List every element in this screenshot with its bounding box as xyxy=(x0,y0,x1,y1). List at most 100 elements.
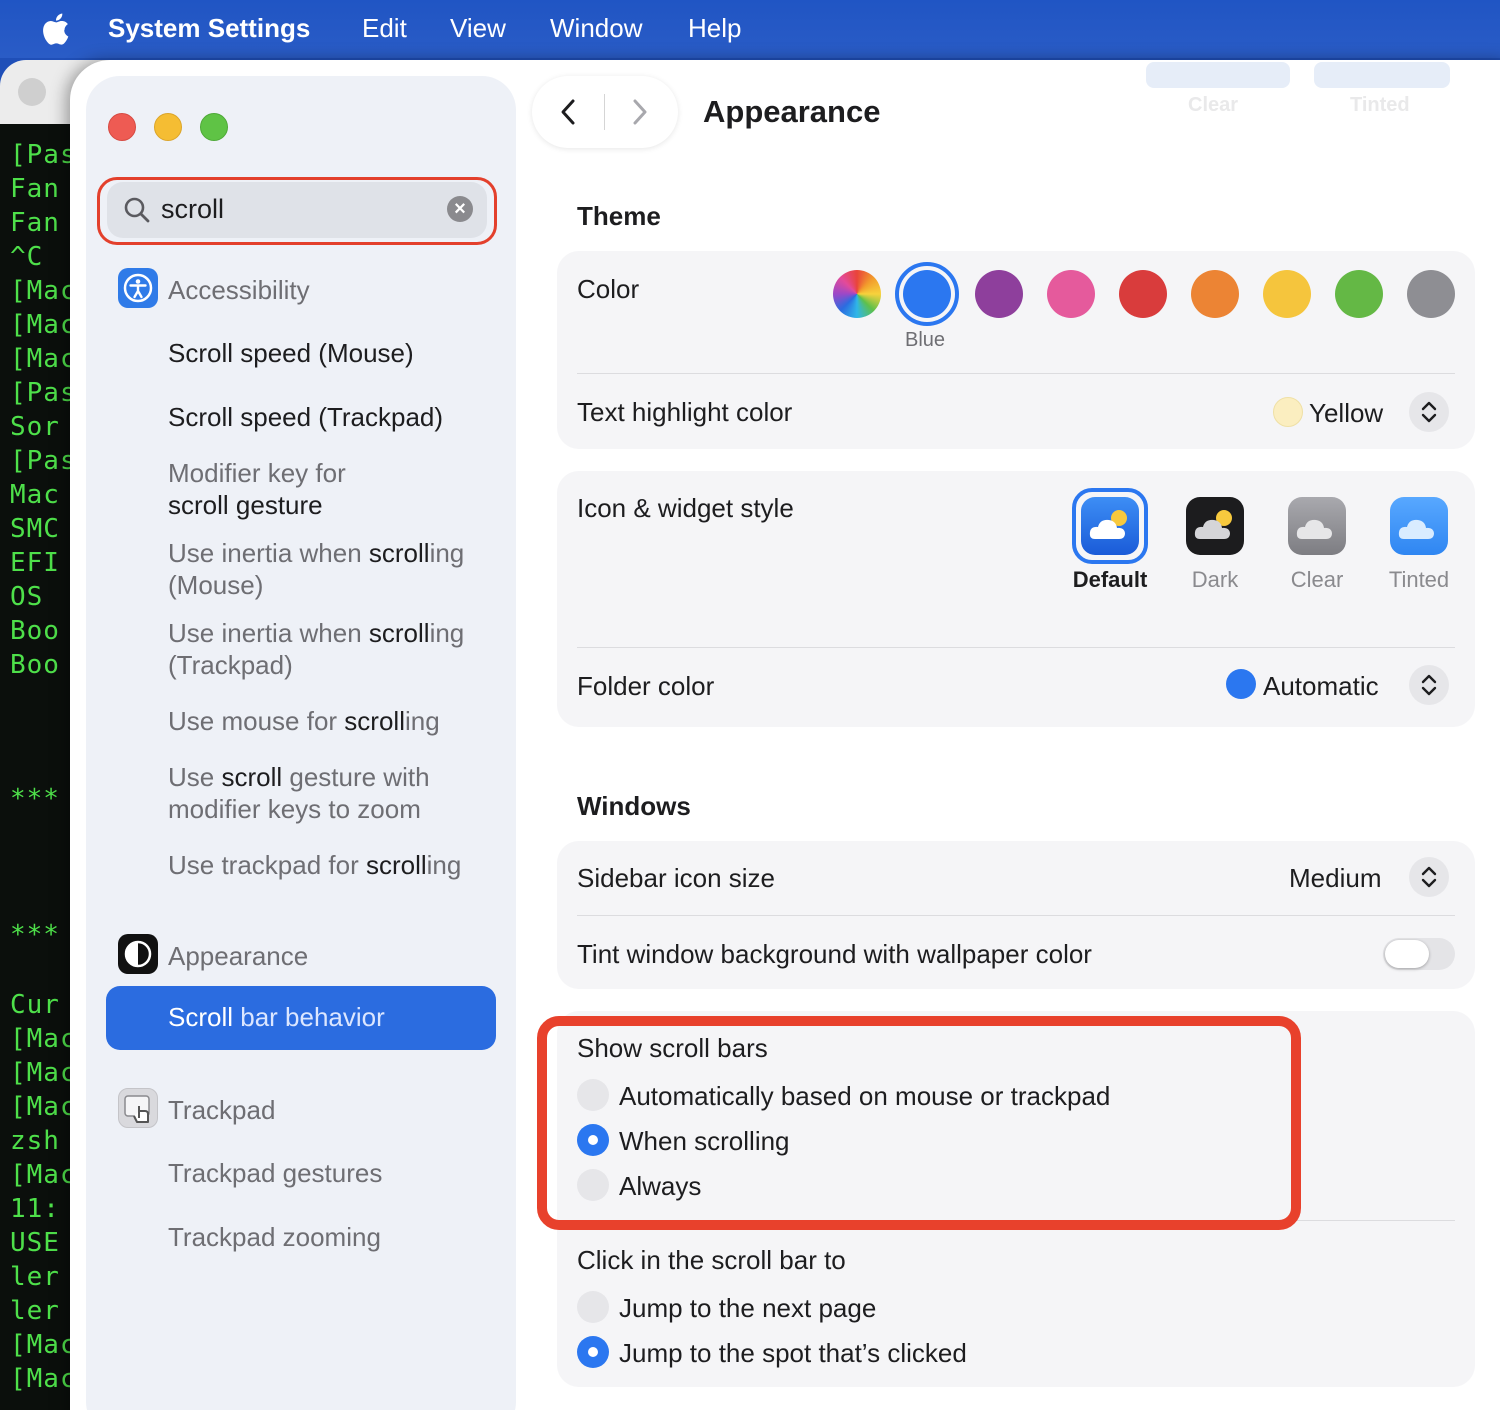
sidebar-icon-size-label: Sidebar icon size xyxy=(577,863,775,893)
annotation-highlight-box xyxy=(537,1016,1301,1230)
terminal-line: ^C xyxy=(10,242,44,272)
divider xyxy=(577,647,1455,648)
sidebar-item-label: Use inertia when xyxy=(168,618,369,648)
forward-chevron-icon[interactable] xyxy=(624,96,654,128)
sidebar-item-inertia-trackpad[interactable]: Use inertia when scrolling (Trackpad) xyxy=(168,617,498,681)
terminal-line: [Mac xyxy=(10,1160,77,1190)
sidebar-item-trackpad-gestures[interactable]: Trackpad gestures xyxy=(168,1157,498,1189)
search-match-text: scroll xyxy=(368,618,430,648)
ghost-tile xyxy=(1314,62,1450,88)
blue-swatch[interactable] xyxy=(903,270,951,318)
ghost-label: Clear xyxy=(1188,94,1239,116)
folder-color-label: Folder color xyxy=(577,671,715,701)
terminal-line: Fan xyxy=(10,174,60,204)
red-swatch[interactable] xyxy=(1119,270,1167,318)
sidebar-item-scroll-bar-behavior[interactable]: Scroll bar behavior xyxy=(106,986,496,1050)
tinted-style-icon[interactable] xyxy=(1390,497,1448,555)
section-title-theme: Theme xyxy=(577,201,661,231)
menu-app-name[interactable]: System Settings xyxy=(108,13,310,44)
terminal-line: zsh xyxy=(10,1126,60,1156)
close-window-button[interactable] xyxy=(108,113,136,141)
folder-color-swatch xyxy=(1226,669,1256,699)
search-match-text: scroll xyxy=(365,850,427,880)
sidebar-icon-size-value[interactable]: Medium xyxy=(1289,863,1381,894)
sidebar-icon-size-stepper[interactable] xyxy=(1409,857,1449,897)
windows-card: Sidebar icon size Medium Tint window bac… xyxy=(557,841,1475,989)
search-match-text: Scroll xyxy=(168,338,234,368)
clear-search-icon[interactable]: × xyxy=(447,196,473,222)
terminal-line: SMC xyxy=(10,514,60,544)
multicolor-swatch[interactable] xyxy=(833,270,881,318)
search-icon xyxy=(124,197,150,223)
folder-color-value[interactable]: Automatic xyxy=(1263,671,1379,702)
sidebar-item-trackpad-zooming[interactable]: Trackpad zooming xyxy=(168,1221,498,1253)
sidebar-item-mouse-scrolling[interactable]: Use mouse for scrolling xyxy=(168,705,498,737)
tint-window-label: Tint window background with wallpaper co… xyxy=(577,939,1092,969)
sidebar-item-inertia-mouse[interactable]: Use inertia when scrolling (Mouse) xyxy=(168,537,498,601)
sidebar-item-label: Modifier key for xyxy=(168,458,346,488)
search-match-text: scroll xyxy=(168,490,229,520)
section-title-windows: Windows xyxy=(577,791,691,821)
menu-view[interactable]: View xyxy=(450,13,506,44)
sidebar-item-label: Use trackpad for xyxy=(168,850,366,880)
click-spot-radio[interactable] xyxy=(577,1336,609,1368)
menu-help[interactable]: Help xyxy=(688,13,741,44)
search-input[interactable] xyxy=(161,192,441,226)
ghost-label: Tinted xyxy=(1350,94,1410,116)
search-match-text: Scroll xyxy=(168,402,234,432)
orange-swatch[interactable] xyxy=(1191,270,1239,318)
sidebar-item-label: Use mouse for xyxy=(168,706,345,736)
sidebar-group-accessibility[interactable]: Accessibility xyxy=(168,275,310,306)
apple-logo-icon[interactable] xyxy=(40,12,70,46)
back-chevron-icon[interactable] xyxy=(554,96,584,128)
up-down-chevron-icon xyxy=(1421,401,1437,423)
minimize-window-button[interactable] xyxy=(154,113,182,141)
sidebar-item-scroll-gesture-zoom[interactable]: Use scroll gesture with modifier keys to… xyxy=(168,761,498,825)
folder-color-popup-stepper[interactable] xyxy=(1409,665,1449,705)
highlight-color-value[interactable]: Yellow xyxy=(1309,398,1383,429)
menu-edit[interactable]: Edit xyxy=(362,13,407,44)
dark-style-icon[interactable] xyxy=(1186,497,1244,555)
search-field[interactable]: × xyxy=(107,182,487,238)
pink-swatch[interactable] xyxy=(1047,270,1095,318)
selected-color-name: Blue xyxy=(905,329,946,351)
toggle-knob xyxy=(1385,940,1429,968)
tint-window-toggle[interactable] xyxy=(1383,938,1455,970)
yellow-swatch[interactable] xyxy=(1263,270,1311,318)
menu-window[interactable]: Window xyxy=(550,13,642,44)
terminal-line: Cur xyxy=(10,990,60,1020)
terminal-line: USE xyxy=(10,1228,60,1258)
click-next-page-radio[interactable] xyxy=(577,1291,609,1323)
accessibility-icon xyxy=(118,268,158,308)
terminal-line: Sor xyxy=(10,412,60,442)
terminal-line: 11: xyxy=(10,1194,60,1224)
up-down-chevron-icon xyxy=(1421,866,1437,888)
graphite-swatch[interactable] xyxy=(1407,270,1455,318)
click-spot-label[interactable]: Jump to the spot that’s clicked xyxy=(619,1338,967,1369)
zoom-window-button[interactable] xyxy=(200,113,228,141)
sidebar-item-modifier-key[interactable]: Modifier key for scroll gesture xyxy=(168,457,498,521)
click-next-page-label[interactable]: Jump to the next page xyxy=(619,1293,876,1324)
terminal-line: *** xyxy=(10,784,60,814)
green-swatch[interactable] xyxy=(1335,270,1383,318)
divider xyxy=(577,373,1455,374)
sidebar-item-label: gesture xyxy=(228,490,323,520)
sidebar-item-label: Use xyxy=(168,762,222,792)
default-style-icon[interactable] xyxy=(1081,497,1139,555)
sidebar-item-scroll-speed-mouse[interactable]: Scroll speed (Mouse) xyxy=(168,337,498,369)
sidebar-group-trackpad[interactable]: Trackpad xyxy=(168,1095,275,1126)
purple-swatch[interactable] xyxy=(975,270,1023,318)
divider xyxy=(577,915,1455,916)
sidebar-item-trackpad-scrolling[interactable]: Use trackpad for scrolling xyxy=(168,849,498,881)
terminal-line: [Mac xyxy=(10,310,77,340)
clear-style-icon[interactable] xyxy=(1288,497,1346,555)
theme-card: Color Blue Text highlight color Yellow xyxy=(557,251,1475,449)
highlight-popup-stepper[interactable] xyxy=(1409,392,1449,432)
search-match-text: scroll xyxy=(344,706,405,736)
style-label-default: Default xyxy=(1072,567,1148,592)
sidebar-group-appearance[interactable]: Appearance xyxy=(168,941,308,972)
terminal-line: OS xyxy=(10,582,44,612)
highlight-swatch xyxy=(1273,397,1303,427)
sidebar-item-scroll-speed-trackpad[interactable]: Scroll speed (Trackpad) xyxy=(168,401,498,433)
sidebar-item-label: speed (Mouse) xyxy=(233,338,414,368)
